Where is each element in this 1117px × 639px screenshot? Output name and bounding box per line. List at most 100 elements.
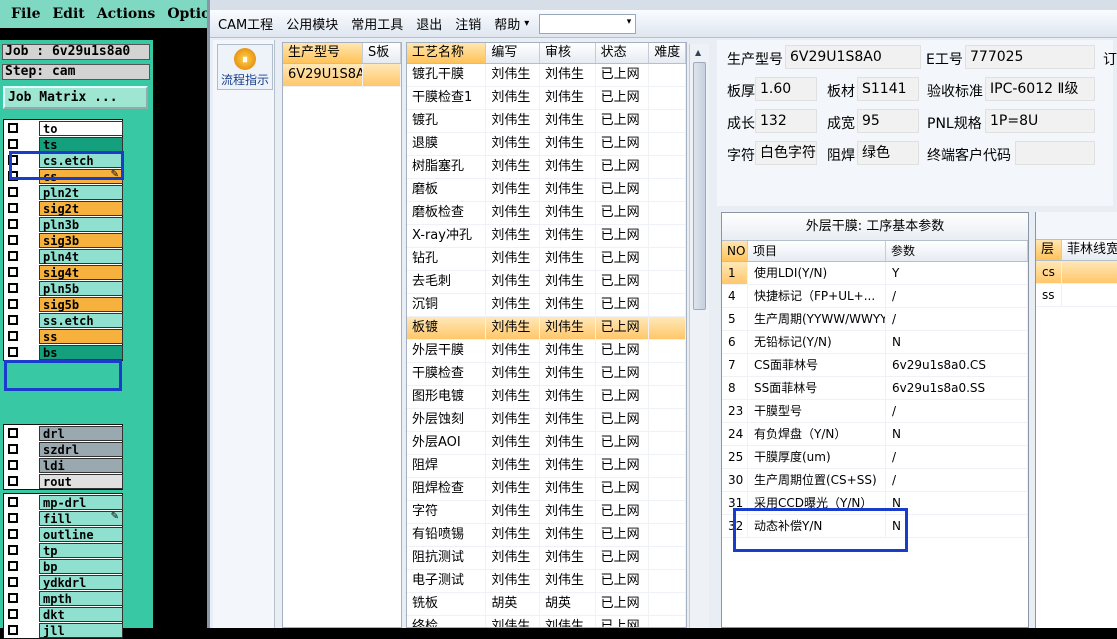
layer-row[interactable]: dkt <box>4 606 123 622</box>
layer-name-sig3b[interactable]: sig3b <box>39 233 123 248</box>
layer-row[interactable]: outline <box>4 526 123 542</box>
table-row[interactable]: 字符 刘伟生 刘伟生 已上网 <box>407 501 686 524</box>
layer-checkbox[interactable] <box>8 593 18 603</box>
table-row[interactable]: 退膜 刘伟生 刘伟生 已上网 <box>407 133 686 156</box>
layer-row[interactable]: ss <box>4 328 123 344</box>
layer-checkbox[interactable] <box>8 460 18 470</box>
layer-checkbox[interactable] <box>8 267 18 277</box>
menu-common-modules[interactable]: 公用模块 <box>286 14 338 33</box>
standard-field[interactable]: IPC-6012 Ⅱ级 <box>985 77 1095 101</box>
layer-name-ydkdrl[interactable]: ydkdrl <box>39 575 123 590</box>
layer-row[interactable]: jll <box>4 622 123 638</box>
menu-help[interactable]: 帮助 <box>494 14 520 33</box>
table-row[interactable]: 板镀 刘伟生 刘伟生 已上网 <box>407 317 686 340</box>
film-layer-row[interactable]: ss <box>1036 284 1117 307</box>
menu-logout[interactable]: 注销 <box>455 14 481 33</box>
params-row[interactable]: 8 SS面菲林号 6v29u1s8a0.SS <box>722 377 1028 400</box>
layer-name-bs[interactable]: bs <box>39 345 123 360</box>
layer-checkbox[interactable] <box>8 139 18 149</box>
table-row[interactable]: 外层蚀刻 刘伟生 刘伟生 已上网 <box>407 409 686 432</box>
character-field[interactable]: 白色字符 <box>755 141 817 165</box>
layer-checkbox[interactable] <box>8 625 18 635</box>
table-row[interactable]: 终检 刘伟生 刘伟生 已上网 <box>407 616 686 627</box>
material-field[interactable]: S1141 <box>857 77 919 101</box>
column-header[interactable]: 难度 <box>649 43 686 63</box>
length-field[interactable]: 132 <box>755 109 817 133</box>
layer-checkbox[interactable] <box>8 123 18 133</box>
scroll-up-icon[interactable]: ▲ <box>695 48 701 57</box>
layer-checkbox[interactable] <box>8 187 18 197</box>
layer-name-to[interactable]: to <box>39 121 123 136</box>
params-row[interactable]: 1 使用LDI(Y/N) Y <box>722 262 1028 285</box>
layer-row[interactable]: ldi <box>4 457 123 473</box>
params-row[interactable]: 7 CS面菲林号 6v29u1s8a0.CS <box>722 354 1028 377</box>
table-row[interactable]: 外层AOI 刘伟生 刘伟生 已上网 <box>407 432 686 455</box>
scroll-thumb[interactable] <box>693 62 706 310</box>
layer-checkbox[interactable] <box>8 561 18 571</box>
mask-field[interactable]: 绿色 <box>857 141 919 165</box>
layer-row[interactable]: tp <box>4 542 123 558</box>
layer-name-mpth[interactable]: mpth <box>39 591 123 606</box>
column-header[interactable]: 审核 <box>540 43 596 63</box>
film-layer-column-header[interactable]: 层 <box>1036 240 1062 260</box>
layer-row[interactable]: ss.etch <box>4 312 123 328</box>
table-row[interactable]: 阻焊检查 刘伟生 刘伟生 已上网 <box>407 478 686 501</box>
layer-checkbox[interactable] <box>8 428 18 438</box>
layer-row[interactable]: fill ✎ <box>4 510 123 526</box>
column-header[interactable]: 生产型号 <box>283 43 363 63</box>
layer-checkbox[interactable] <box>8 219 18 229</box>
flow-indicator-button[interactable]: ⏸ 流程指示 <box>217 44 273 90</box>
layer-row[interactable]: pln2t <box>4 184 123 200</box>
layer-name-sig4t[interactable]: sig4t <box>39 265 123 280</box>
table-row[interactable]: 钻孔 刘伟生 刘伟生 已上网 <box>407 248 686 271</box>
table-row[interactable]: 镀孔干膜 刘伟生 刘伟生 已上网 <box>407 64 686 87</box>
layer-name-drl[interactable]: drl <box>39 426 123 441</box>
process-scrollbar[interactable]: ▲ <box>689 44 709 628</box>
film-layer-row[interactable]: cs <box>1036 261 1117 284</box>
params-row[interactable]: 24 有负焊盘（Y/N） N <box>722 423 1028 446</box>
job-matrix-button[interactable]: Job Matrix ... <box>3 86 148 109</box>
layer-name-ss.etch[interactable]: ss.etch <box>39 313 123 328</box>
params-row[interactable]: 30 生产周期位置(CS+SS) / <box>722 469 1028 492</box>
layer-checkbox[interactable] <box>8 609 18 619</box>
layer-checkbox[interactable] <box>8 203 18 213</box>
table-row[interactable]: 沉铜 刘伟生 刘伟生 已上网 <box>407 294 686 317</box>
table-row[interactable]: 阻抗测试 刘伟生 刘伟生 已上网 <box>407 547 686 570</box>
column-header[interactable]: 工艺名称 <box>407 43 487 63</box>
genesis-menu-file[interactable]: File <box>11 6 40 22</box>
film-layer-column-header[interactable]: 菲林线宽 <box>1062 240 1117 260</box>
layer-name-outline[interactable]: outline <box>39 527 123 542</box>
table-row[interactable]: 树脂塞孔 刘伟生 刘伟生 已上网 <box>407 156 686 179</box>
table-row[interactable]: 外层干膜 刘伟生 刘伟生 已上网 <box>407 340 686 363</box>
layer-row[interactable]: pln3b <box>4 216 123 232</box>
layer-checkbox[interactable] <box>8 497 18 507</box>
layer-checkbox[interactable] <box>8 315 18 325</box>
table-row[interactable]: 6V29U1S8A0 <box>283 64 401 87</box>
params-column-header[interactable]: NO <box>722 241 748 261</box>
params-row[interactable]: 4 快捷标记（FP+UL+... / <box>722 285 1028 308</box>
width-field[interactable]: 95 <box>857 109 919 133</box>
layer-row[interactable]: mp-drl <box>4 494 123 510</box>
table-row[interactable]: X-ray冲孔 刘伟生 刘伟生 已上网 <box>407 225 686 248</box>
layer-name-ts[interactable]: ts <box>39 137 123 152</box>
table-row[interactable]: 铣板 胡英 胡英 已上网 <box>407 593 686 616</box>
model-field[interactable]: 6V29U1S8A0 <box>785 45 921 69</box>
layer-name-pln3b[interactable]: pln3b <box>39 217 123 232</box>
layer-name-pln5b[interactable]: pln5b <box>39 281 123 296</box>
layer-name-sig2t[interactable]: sig2t <box>39 201 123 216</box>
layer-checkbox[interactable] <box>8 235 18 245</box>
table-row[interactable]: 干膜检查1 刘伟生 刘伟生 已上网 <box>407 87 686 110</box>
params-column-header[interactable]: 参数 <box>886 241 1028 261</box>
params-row[interactable]: 23 干膜型号 / <box>722 400 1028 423</box>
help-dropdown-icon[interactable]: ▾ <box>524 18 529 29</box>
params-row[interactable]: 25 干膜厚度(um) / <box>722 446 1028 469</box>
eno-field[interactable]: 777025 <box>965 45 1095 69</box>
layer-checkbox[interactable] <box>8 331 18 341</box>
column-header[interactable]: S板 <box>363 43 401 63</box>
layer-checkbox[interactable] <box>8 529 18 539</box>
table-row[interactable]: 镀孔 刘伟生 刘伟生 已上网 <box>407 110 686 133</box>
params-row[interactable]: 6 无铅标记(Y/N) N <box>722 331 1028 354</box>
column-header[interactable]: 编写 <box>486 43 541 63</box>
table-row[interactable]: 阻焊 刘伟生 刘伟生 已上网 <box>407 455 686 478</box>
layer-name-pln4t[interactable]: pln4t <box>39 249 123 264</box>
